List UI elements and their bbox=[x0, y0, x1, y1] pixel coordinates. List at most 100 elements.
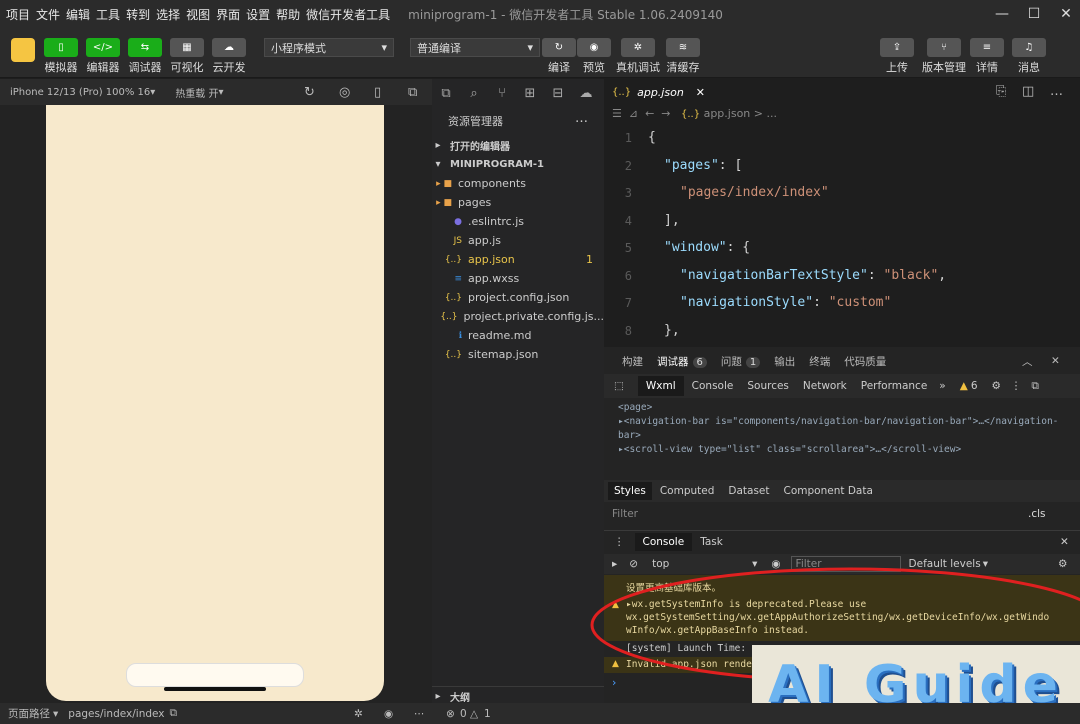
stop-icon[interactable]: ◎ bbox=[339, 85, 350, 100]
tab-sources[interactable]: Sources bbox=[747, 380, 789, 392]
tab-styles[interactable]: Styles bbox=[608, 482, 652, 500]
tree-item-project-config-json[interactable]: {..} project.config.json bbox=[432, 288, 604, 307]
details-button[interactable]: ≡ 详情 bbox=[970, 38, 1004, 75]
cloud-button[interactable]: ☁ 云开发 bbox=[212, 38, 246, 75]
inspect-icon[interactable]: ⬚ bbox=[614, 380, 624, 392]
code-line[interactable]: }, bbox=[664, 323, 680, 338]
code-line[interactable]: "pages/index/index" bbox=[680, 185, 829, 200]
tree-item-readme-md[interactable]: ℹ readme.md bbox=[432, 326, 604, 345]
project-section[interactable]: ▾ MINIPROGRAM-1 bbox=[432, 155, 604, 174]
tab-code-quality[interactable]: 代码质量 bbox=[844, 354, 886, 369]
wxml-node[interactable]: bar> bbox=[618, 429, 1058, 443]
wxml-tree[interactable]: <page> ▸<navigation-bar is="components/n… bbox=[618, 401, 1058, 457]
simulator-button[interactable]: ▯ 模拟器 bbox=[44, 38, 78, 75]
phone-icon[interactable]: ▯ bbox=[374, 85, 381, 100]
extensions-icon[interactable]: ⊞ bbox=[516, 86, 544, 101]
bug-icon[interactable]: ✲ bbox=[354, 708, 363, 720]
tab-console-drawer[interactable]: Console bbox=[634, 532, 693, 551]
split-editor-icon[interactable]: ◫ bbox=[1022, 84, 1034, 99]
wxml-node[interactable]: ▸<navigation-bar is="components/navigati… bbox=[618, 415, 1058, 429]
close-tab-icon[interactable]: ✕ bbox=[696, 86, 705, 99]
more-tabs-icon[interactable]: » bbox=[939, 380, 945, 392]
tree-item-components[interactable]: ▸ ■ components bbox=[432, 174, 604, 193]
more-icon[interactable]: … bbox=[1050, 84, 1063, 99]
dock-icon[interactable]: ⧉ bbox=[1031, 380, 1039, 393]
menu-goto[interactable]: 转到 bbox=[126, 6, 150, 23]
code-line[interactable]: "navigationStyle": "custom" bbox=[680, 295, 891, 310]
menu-interface[interactable]: 界面 bbox=[216, 6, 240, 23]
copy-icon[interactable]: ⧉ bbox=[170, 707, 178, 720]
rotate-icon[interactable]: ↻ bbox=[304, 85, 315, 100]
chevron-up-icon[interactable]: ︿ bbox=[1022, 354, 1033, 369]
compile-button[interactable]: ↻ 编译 bbox=[542, 38, 576, 75]
mode-select[interactable]: 小程序模式 ▾ bbox=[264, 38, 394, 57]
warning-icon[interactable]: △ bbox=[470, 708, 478, 720]
debugger-button[interactable]: ⇆ 调试器 bbox=[128, 38, 162, 75]
search-icon[interactable]: ⌕ bbox=[460, 86, 488, 101]
menu-help[interactable]: 帮助 bbox=[276, 6, 300, 23]
more-icon[interactable]: ⋯ bbox=[414, 708, 425, 720]
code-line[interactable]: ], bbox=[664, 213, 680, 228]
tree-item-project-private-config-js-[interactable]: {..} project.private.config.js... bbox=[432, 307, 604, 326]
avatar[interactable] bbox=[11, 38, 35, 62]
menu-tools[interactable]: 工具 bbox=[96, 6, 120, 23]
tab-app-json[interactable]: {..} app.json ✕ bbox=[604, 79, 710, 105]
eye-icon[interactable]: ◉ bbox=[384, 708, 393, 720]
tab-task[interactable]: Task bbox=[700, 536, 723, 548]
tree-item-sitemap-json[interactable]: {..} sitemap.json bbox=[432, 345, 604, 364]
tab-console[interactable]: Console bbox=[692, 380, 734, 392]
tab-debugger[interactable]: 调试器 6 bbox=[657, 354, 707, 369]
cls-button[interactable]: .cls bbox=[1028, 508, 1046, 520]
compile-select[interactable]: 普通编译 ▾ bbox=[410, 38, 540, 57]
tab-component-data[interactable]: Component Data bbox=[784, 485, 873, 497]
warning-icon[interactable]: ▲ bbox=[960, 380, 968, 392]
tab-output[interactable]: 输出 bbox=[774, 354, 795, 369]
kebab-icon[interactable]: ⋮ bbox=[1011, 380, 1022, 392]
menu-view[interactable]: 视图 bbox=[186, 6, 210, 23]
messages-button[interactable]: ♫ 消息 bbox=[1012, 38, 1046, 75]
hot-reload-toggle[interactable]: 热重载 开 bbox=[175, 85, 218, 100]
more-icon[interactable]: … bbox=[575, 111, 588, 126]
version-button[interactable]: ⑂ 版本管理 bbox=[922, 38, 966, 75]
tab-wxml[interactable]: Wxml bbox=[637, 376, 684, 396]
tab-build[interactable]: 构建 bbox=[622, 354, 643, 369]
cloud-icon[interactable]: ☁ bbox=[572, 86, 600, 101]
code-line[interactable]: "navigationBarTextStyle": "black", bbox=[680, 268, 946, 283]
gear-icon[interactable]: ⚙ bbox=[992, 380, 1001, 392]
remote-debug-button[interactable]: ✲ 真机调试 bbox=[616, 38, 660, 75]
menu-edit[interactable]: 编辑 bbox=[66, 6, 90, 23]
menu-file[interactable]: 文件 bbox=[36, 6, 60, 23]
visual-button[interactable]: ▦ 可视化 bbox=[170, 38, 204, 75]
code-line[interactable]: "pages": [ bbox=[664, 158, 742, 173]
close-icon[interactable]: ✕ bbox=[1051, 355, 1060, 367]
tree-item-pages[interactable]: ▸ ■ pages bbox=[432, 193, 604, 212]
tree-item-app-json[interactable]: {..} app.json 1 bbox=[432, 250, 604, 269]
device-select[interactable]: iPhone 12/13 (Pro) 100% 16 bbox=[10, 87, 150, 98]
menu-select[interactable]: 选择 bbox=[156, 6, 180, 23]
tab-dataset[interactable]: Dataset bbox=[728, 485, 769, 497]
close-window-icon[interactable]: ✕ bbox=[1046, 0, 1080, 28]
tab-performance[interactable]: Performance bbox=[861, 380, 928, 392]
upload-button[interactable]: ⇪ 上传 bbox=[880, 38, 914, 75]
popout-icon[interactable]: ⧉ bbox=[408, 85, 417, 100]
wxml-node[interactable]: ▸<scroll-view type="list" class="scrolla… bbox=[618, 443, 1058, 457]
close-icon[interactable]: ✕ bbox=[1060, 536, 1069, 548]
menu-settings[interactable]: 设置 bbox=[246, 6, 270, 23]
menu-icon[interactable]: ⋮ bbox=[614, 536, 625, 548]
tab-terminal[interactable]: 终端 bbox=[809, 354, 830, 369]
page-path-label[interactable]: 页面路径 bbox=[8, 706, 50, 721]
menu-wechat-devtools[interactable]: 微信开发者工具 bbox=[306, 6, 390, 23]
tree-item-app-js[interactable]: JS app.js bbox=[432, 231, 604, 250]
code-line[interactable]: "window": { bbox=[664, 240, 750, 255]
code-line[interactable]: { bbox=[648, 130, 656, 145]
preview-button[interactable]: ◉ 预览 bbox=[577, 38, 611, 75]
source-control-icon[interactable]: ⑂ bbox=[488, 86, 516, 101]
tree-item--eslintrc-js[interactable]: ● .eslintrc.js bbox=[432, 212, 604, 231]
error-icon[interactable]: ⊗ bbox=[446, 708, 455, 720]
files-icon[interactable]: ⧉ bbox=[432, 86, 460, 101]
clear-cache-button[interactable]: ≋ 清缓存 bbox=[666, 38, 700, 75]
open-changes-icon[interactable]: ⎘ bbox=[996, 84, 1006, 99]
tab-network[interactable]: Network bbox=[803, 380, 847, 392]
wxml-node[interactable]: <page> bbox=[618, 401, 1058, 415]
styles-filter-input[interactable]: Filter bbox=[612, 508, 638, 520]
